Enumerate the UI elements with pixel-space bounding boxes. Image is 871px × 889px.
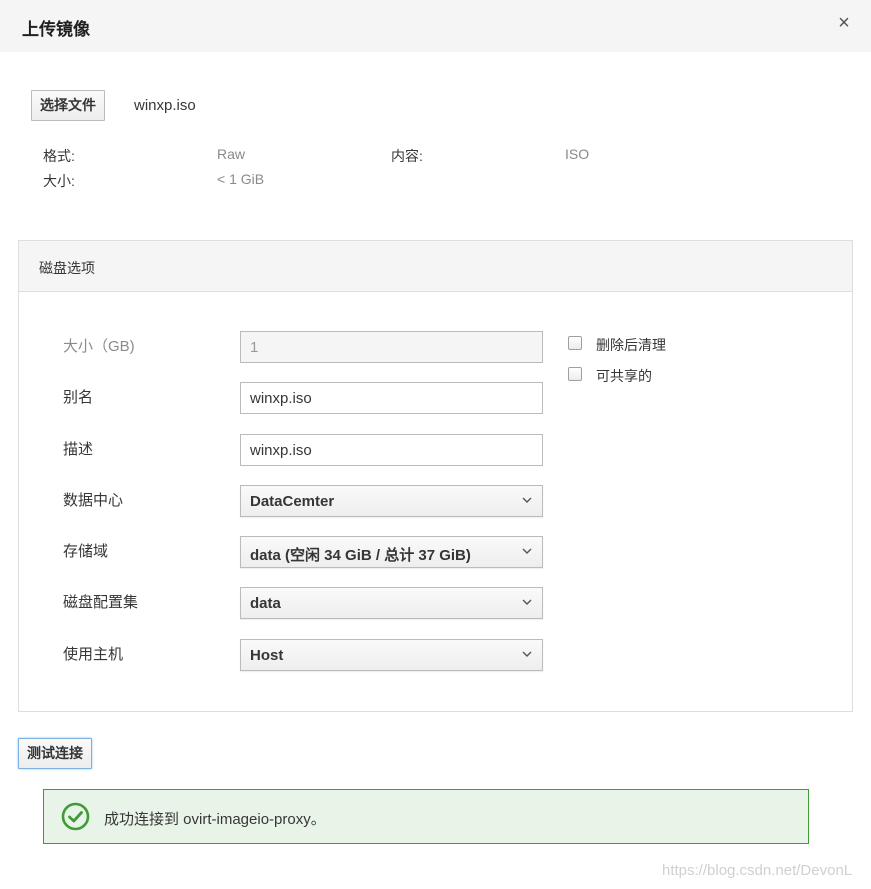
format-value: Raw [217,146,246,162]
storage-domain-label: 存储域 [63,543,109,560]
size-gb-label: 大小（GB) [63,338,135,355]
choose-file-button[interactable]: 选择文件 [31,90,105,121]
format-label: 格式: [43,148,75,164]
success-alert: 成功连接到 ovirt-imageio-proxy。 [43,789,809,844]
disk-profile-select[interactable]: data [240,587,543,619]
size-gb-input[interactable] [240,331,543,363]
wipe-after-delete-label: 删除后清理 [596,337,666,353]
storage-domain-value: data (空闲 34 GiB / 总计 37 GiB) [250,547,471,564]
description-label: 描述 [63,441,94,458]
host-value: Host [250,647,284,664]
shareable-label: 可共享的 [596,368,652,384]
content-label: 内容: [391,148,423,164]
host-select[interactable]: Host [240,639,543,671]
wipe-after-delete-checkbox[interactable] [568,336,582,350]
disk-options-panel: 磁盘选项 大小（GB) 别名 描述 数据中心 DataCemter 存储域 da… [18,240,853,712]
watermark: https://blog.csdn.net/DevonL [662,862,853,879]
description-input[interactable] [240,434,543,466]
storage-domain-select[interactable]: data (空闲 34 GiB / 总计 37 GiB) [240,536,543,568]
data-center-select[interactable]: DataCemter [240,485,543,517]
size-label: 大小: [43,173,75,189]
data-center-value: DataCemter [250,493,335,510]
disk-options-header: 磁盘选项 [19,241,852,292]
close-icon[interactable]: × [833,10,855,36]
host-label: 使用主机 [63,646,124,663]
alias-label: 别名 [63,389,94,406]
chevron-down-icon [522,651,532,657]
content-value: ISO [565,146,590,162]
chevron-down-icon [522,548,532,554]
test-connection-button[interactable]: 测试连接 [18,738,92,769]
disk-options-title: 磁盘选项 [39,260,95,276]
check-circle-icon [61,802,90,831]
alias-input[interactable] [240,382,543,414]
alert-message: 成功连接到 ovirt-imageio-proxy。 [104,811,326,828]
disk-profile-label: 磁盘配置集 [63,594,139,611]
data-center-label: 数据中心 [63,492,124,509]
selected-file-name: winxp.iso [134,97,196,114]
dialog-header: 上传镜像 × [0,0,871,52]
shareable-checkbox[interactable] [568,367,582,381]
dialog-title: 上传镜像 [22,20,90,39]
chevron-down-icon [522,599,532,605]
chevron-down-icon [522,497,532,503]
size-value: < 1 GiB [217,171,265,187]
disk-profile-value: data [250,595,281,612]
